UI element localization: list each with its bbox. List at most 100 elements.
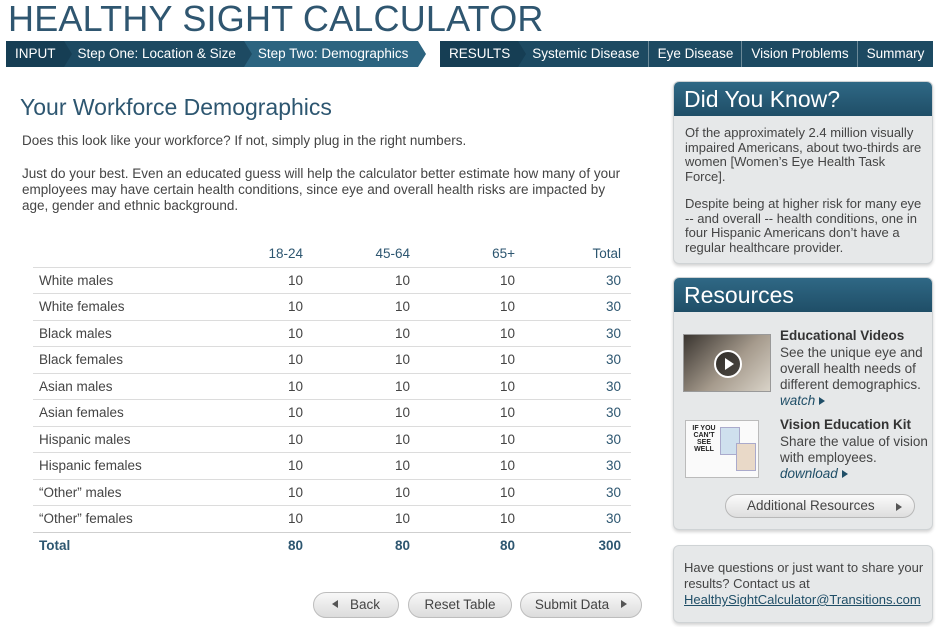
age-45-64-cell[interactable]: 10 (303, 372, 410, 400)
app-title: HEALTHY SIGHT CALCULATOR (8, 0, 544, 39)
contact-email-link[interactable]: HealthySightCalculator@Transitions.com (684, 592, 921, 607)
age-65-plus-cell[interactable]: 10 (410, 425, 515, 453)
age-18-24-cell[interactable]: 10 (263, 266, 303, 294)
age-18-24-cell[interactable]: 10 (263, 372, 303, 400)
header-65-plus: 65+ (492, 246, 515, 262)
vision-kit-desc: Share the value of vision with employees… (780, 434, 928, 465)
age-45-64-cell[interactable]: 10 (303, 399, 410, 426)
age-45-64-cell[interactable]: 10 (303, 346, 410, 373)
video-thumbnail[interactable] (683, 334, 771, 392)
row-label: Black females (33, 346, 263, 373)
age-18-24-cell[interactable]: 10 (263, 346, 303, 373)
header-18-24: 18-24 (268, 246, 303, 262)
back-button[interactable]: Back (313, 592, 399, 618)
vision-kit-title: Vision Education Kit (780, 417, 912, 432)
table-header-row: 18-24 45-64 65+ Total (33, 241, 631, 267)
row-total-cell: 30 (515, 399, 631, 426)
row-total-cell: 30 (515, 425, 631, 453)
eye-chart-graphic: IF YOU CAN'T SEE WELL (692, 425, 716, 453)
did-you-know-fact-1: Of the approximately 2.4 million visuall… (685, 125, 922, 184)
age-18-24-cell[interactable]: 10 (263, 293, 303, 320)
did-you-know-panel: Did You Know? Of the approximately 2.4 m… (673, 81, 933, 264)
nav-eye-disease[interactable]: Eye Disease (647, 41, 742, 67)
reset-table-button[interactable]: Reset Table (408, 592, 512, 618)
resources-title: Resources (674, 278, 932, 312)
table-row: Black males 10 10 10 30 (33, 319, 631, 347)
row-label: Asian females (33, 399, 263, 426)
age-45-64-cell[interactable]: 10 (303, 293, 410, 320)
row-total-cell: 30 (515, 478, 631, 506)
age-45-64-cell[interactable]: 10 (303, 319, 410, 347)
age-45-64-cell[interactable]: 10 (303, 478, 410, 506)
table-row: Hispanic males 10 10 10 30 (33, 425, 631, 453)
age-45-64-cell[interactable]: 10 (303, 425, 410, 453)
row-total-cell: 30 (515, 452, 631, 479)
nav-summary[interactable]: Summary (856, 41, 934, 67)
submit-data-button[interactable]: Submit Data (520, 592, 642, 618)
table-row: Hispanic females 10 10 10 30 (33, 452, 631, 479)
watch-link[interactable]: watch (780, 393, 826, 408)
kit-page-graphic (736, 443, 756, 471)
nav-step-one[interactable]: Step One: Location & Size (64, 41, 253, 67)
table-row: Asian males 10 10 10 30 (33, 372, 631, 400)
age-45-64-cell[interactable]: 10 (303, 452, 410, 479)
age-65-plus-cell[interactable]: 10 (410, 372, 515, 400)
contact-text: Have questions or just want to share you… (684, 560, 924, 591)
nav-results-label[interactable]: RESULTS (440, 41, 527, 67)
play-icon[interactable] (714, 350, 742, 378)
nav-vision-problems[interactable]: Vision Problems (741, 41, 856, 67)
nav-systemic-disease[interactable]: Systemic Disease (518, 41, 647, 67)
row-label: Hispanic females (33, 452, 263, 479)
age-65-plus-cell[interactable]: 10 (410, 399, 515, 426)
age-65-plus-cell[interactable]: 10 (410, 452, 515, 479)
age-18-24-cell[interactable]: 10 (263, 425, 303, 453)
row-total-cell: 30 (515, 372, 631, 400)
age-65-plus-cell[interactable]: 10 (410, 266, 515, 294)
chevron-right-icon (896, 503, 902, 511)
input-steps-nav: INPUT Step One: Location & Size Step Two… (6, 41, 426, 67)
table-row: “Other” females 10 10 10 30 (33, 505, 631, 532)
header-45-64: 45-64 (375, 246, 410, 262)
age-45-64-cell[interactable]: 10 (303, 505, 410, 532)
watch-arrow-icon (819, 397, 826, 405)
back-button-label: Back (349, 597, 380, 612)
age-18-24-cell[interactable]: 10 (263, 452, 303, 479)
intro-question: Does this look like your workforce? If n… (22, 133, 467, 148)
header-blank (33, 241, 263, 267)
resources-panel: Resources Educational Videos See the uni… (673, 277, 933, 530)
intro-guidance: Just do your best. Even an educated gues… (22, 166, 621, 213)
table-row: White males 10 10 10 30 (33, 266, 631, 294)
row-label: “Other” females (33, 505, 263, 532)
demographics-table: 18-24 45-64 65+ Total White males 10 10 10 3… (33, 241, 631, 559)
submit-button-label: Submit Data (534, 597, 610, 612)
download-link[interactable]: download (780, 466, 848, 481)
row-label: Asian males (33, 372, 263, 400)
age-18-24-cell[interactable]: 10 (263, 399, 303, 426)
row-total-cell: 30 (515, 293, 631, 320)
download-arrow-icon (841, 470, 848, 478)
row-label: White females (33, 293, 263, 320)
age-65-plus-cell: 80 (410, 531, 515, 559)
age-18-24-cell[interactable]: 10 (263, 505, 303, 532)
age-18-24-cell[interactable]: 10 (263, 478, 303, 506)
additional-resources-button[interactable]: Additional Resources (725, 494, 915, 518)
row-label: Total (33, 531, 263, 559)
age-65-plus-cell[interactable]: 10 (410, 293, 515, 320)
age-45-64-cell[interactable]: 10 (303, 266, 410, 294)
age-65-plus-cell[interactable]: 10 (410, 478, 515, 506)
header-total: Total (592, 246, 621, 262)
table-row: “Other” males 10 10 10 30 (33, 478, 631, 506)
age-65-plus-cell[interactable]: 10 (410, 346, 515, 373)
did-you-know-fact-2: Despite being at higher risk for many ey… (685, 196, 922, 255)
additional-resources-label: Additional Resources (747, 498, 875, 513)
age-65-plus-cell[interactable]: 10 (410, 505, 515, 532)
age-18-24-cell: 80 (263, 531, 303, 559)
nav-input-label[interactable]: INPUT (6, 41, 71, 67)
row-total-cell: 30 (515, 346, 631, 373)
age-18-24-cell[interactable]: 10 (263, 319, 303, 347)
row-label: White males (33, 266, 263, 294)
education-kit-thumbnail[interactable]: IF YOU CAN'T SEE WELL (685, 420, 759, 478)
educational-videos-title: Educational Videos (780, 328, 905, 343)
nav-step-two[interactable]: Step Two: Demographics (243, 41, 426, 67)
age-65-plus-cell[interactable]: 10 (410, 319, 515, 347)
